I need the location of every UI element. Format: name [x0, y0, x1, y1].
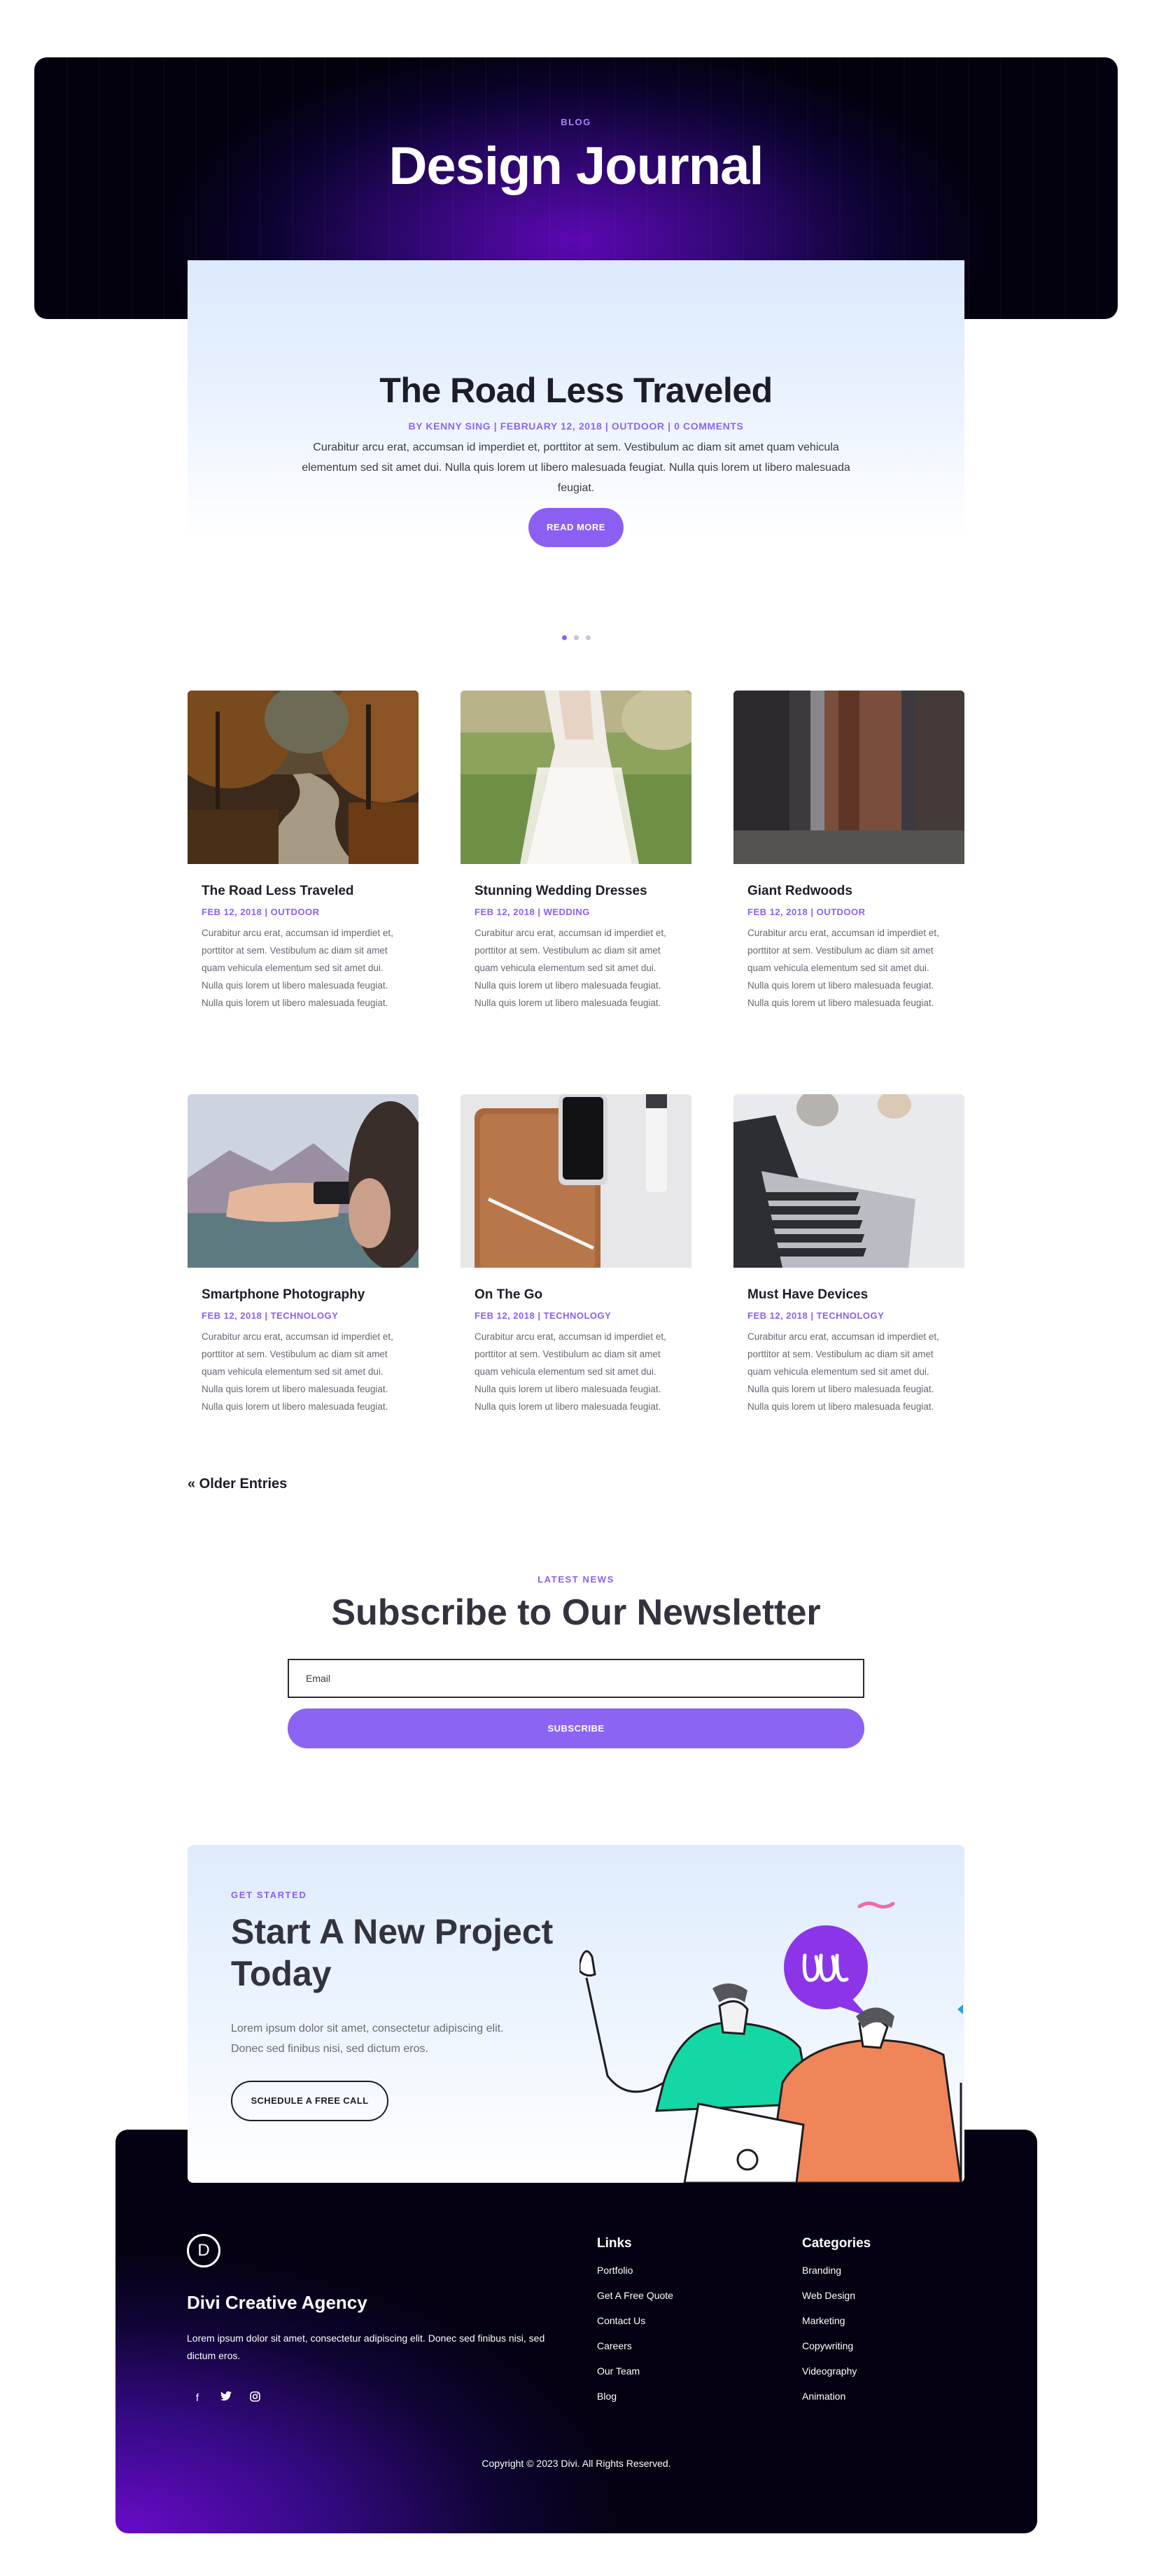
page-title: Design Journal — [388, 136, 764, 196]
twitter-icon[interactable] — [219, 2391, 233, 2405]
footer-category-branding[interactable]: Branding — [802, 2263, 871, 2278]
forest-road-image — [188, 691, 419, 864]
squiggle-decoration — [857, 1901, 895, 1909]
blog-grid: The Road Less Traveled FEB 12, 2018 | OU… — [188, 691, 964, 1498]
hero-eyebrow: BLOG — [561, 117, 591, 127]
post-title[interactable]: Must Have Devices — [747, 1287, 950, 1303]
divi-logo[interactable]: D — [187, 2234, 220, 2267]
instagram-icon[interactable] — [248, 2391, 262, 2405]
footer-categories: Categories Branding Web Design Marketing… — [802, 2236, 871, 2414]
footer-link-careers[interactable]: Careers — [597, 2338, 673, 2354]
post-meta: FEB 12, 2018 | TECHNOLOGY — [475, 1310, 612, 1321]
slider-dot-1[interactable] — [561, 635, 567, 640]
featured-post-excerpt: Curabitur arcu erat, accumsan id imperdi… — [302, 441, 850, 494]
footer-links: Links Portfolio Get A Free Quote Contact… — [597, 2236, 673, 2414]
phone-notebook-image — [461, 1094, 691, 1268]
post-excerpt: Curabitur arcu erat, accumsan id imperdi… — [747, 928, 939, 1008]
newsletter-title: Subscribe to Our Newsletter — [331, 1592, 821, 1633]
laptop-keyboard-image — [733, 1094, 964, 1268]
post-title[interactable]: The Road Less Traveled — [202, 884, 405, 899]
older-entries-link[interactable]: « Older Entries — [188, 1476, 287, 1492]
post-thumbnail[interactable] — [733, 691, 964, 864]
blog-card: Giant Redwoods FEB 12, 2018 | OUTDOOR Cu… — [733, 691, 964, 1094]
slider-dot-2[interactable] — [573, 635, 579, 640]
schedule-call-button[interactable]: SCHEDULE A FREE CALL — [231, 2081, 388, 2121]
footer-category-marketing[interactable]: Marketing — [802, 2313, 871, 2328]
post-meta: FEB 12, 2018 | OUTDOOR — [202, 907, 320, 917]
footer-brand: Divi Creative Agency — [187, 2292, 367, 2313]
redwoods-image — [733, 691, 964, 864]
blog-card: The Road Less Traveled FEB 12, 2018 | OU… — [188, 691, 419, 1094]
footer-category-animation[interactable]: Animation — [802, 2389, 871, 2404]
footer-description: Lorem ipsum dolor sit amet, consectetur … — [187, 2333, 545, 2361]
featured-post-title[interactable]: The Road Less Traveled — [188, 370, 964, 411]
cta-card: GET STARTED Start A New Project Today Lo… — [188, 1845, 964, 2183]
post-meta: FEB 12, 2018 | TECHNOLOGY — [202, 1310, 339, 1321]
email-field[interactable] — [288, 1659, 864, 1698]
post-meta: FEB 12, 2018 | TECHNOLOGY — [747, 1310, 885, 1321]
post-meta: FEB 12, 2018 | OUTDOOR — [747, 907, 866, 917]
post-title[interactable]: Giant Redwoods — [747, 884, 950, 899]
post-title[interactable]: Stunning Wedding Dresses — [475, 884, 677, 899]
footer-link-team[interactable]: Our Team — [597, 2363, 673, 2379]
smartphone-photo-image — [188, 1094, 419, 1268]
post-meta: FEB 12, 2018 | WEDDING — [475, 907, 590, 917]
newsletter-eyebrow: LATEST NEWS — [538, 1574, 614, 1585]
footer-category-videography[interactable]: Videography — [802, 2363, 871, 2379]
featured-post-meta: BY KENNY SING | FEBRUARY 12, 2018 | OUTD… — [408, 420, 744, 432]
read-more-button[interactable]: READ MORE — [528, 508, 624, 547]
post-title[interactable]: On The Go — [475, 1287, 677, 1303]
featured-post-slider: The Road Less Traveled BY KENNY SING | F… — [188, 260, 964, 547]
blog-card: Smartphone Photography FEB 12, 2018 | TE… — [188, 1094, 419, 1498]
blog-card: On The Go FEB 12, 2018 | TECHNOLOGY Cura… — [461, 1094, 691, 1498]
post-excerpt: Curabitur arcu erat, accumsan id imperdi… — [202, 1331, 393, 1412]
slider-dot-3[interactable] — [585, 635, 591, 640]
subscribe-button[interactable]: SUBSCRIBE — [288, 1708, 864, 1748]
cta-title: Start A New Project Today — [231, 1912, 554, 1993]
wedding-dress-image — [461, 691, 691, 864]
post-title[interactable]: Smartphone Photography — [202, 1287, 405, 1303]
footer-link-portfolio[interactable]: Portfolio — [597, 2263, 673, 2278]
post-thumbnail[interactable] — [461, 1094, 691, 1268]
slider-pagination — [0, 635, 1152, 640]
post-thumbnail[interactable] — [188, 1094, 419, 1268]
post-thumbnail[interactable] — [733, 1094, 964, 1268]
post-excerpt: Curabitur arcu erat, accumsan id imperdi… — [475, 1331, 666, 1412]
post-excerpt: Curabitur arcu erat, accumsan id imperdi… — [475, 928, 666, 1008]
facebook-icon[interactable]: f — [190, 2391, 204, 2405]
post-excerpt: Curabitur arcu erat, accumsan id imperdi… — [202, 928, 393, 1008]
cta-text: Lorem ipsum dolor sit amet, consectetur … — [231, 2023, 504, 2055]
blog-card: Stunning Wedding Dresses FEB 12, 2018 | … — [461, 691, 691, 1094]
footer-category-copywriting[interactable]: Copywriting — [802, 2338, 871, 2354]
footer-category-web-design[interactable]: Web Design — [802, 2288, 871, 2303]
cta-eyebrow: GET STARTED — [231, 1890, 307, 1900]
copyright: Copyright © 2023 Divi. All Rights Reserv… — [482, 2458, 671, 2469]
post-thumbnail[interactable] — [461, 691, 691, 864]
footer-categories-title: Categories — [802, 2236, 871, 2251]
team-illustration — [579, 1901, 963, 2183]
blog-card: Must Have Devices FEB 12, 2018 | TECHNOL… — [733, 1094, 964, 1498]
post-excerpt: Curabitur arcu erat, accumsan id imperdi… — [747, 1331, 939, 1412]
footer-links-title: Links — [597, 2236, 632, 2251]
footer-link-blog[interactable]: Blog — [597, 2389, 673, 2404]
footer-link-contact[interactable]: Contact Us — [597, 2313, 673, 2328]
post-thumbnail[interactable] — [188, 691, 419, 864]
chat-bubble-icon — [784, 1925, 868, 2009]
footer-link-quote[interactable]: Get A Free Quote — [597, 2288, 673, 2303]
